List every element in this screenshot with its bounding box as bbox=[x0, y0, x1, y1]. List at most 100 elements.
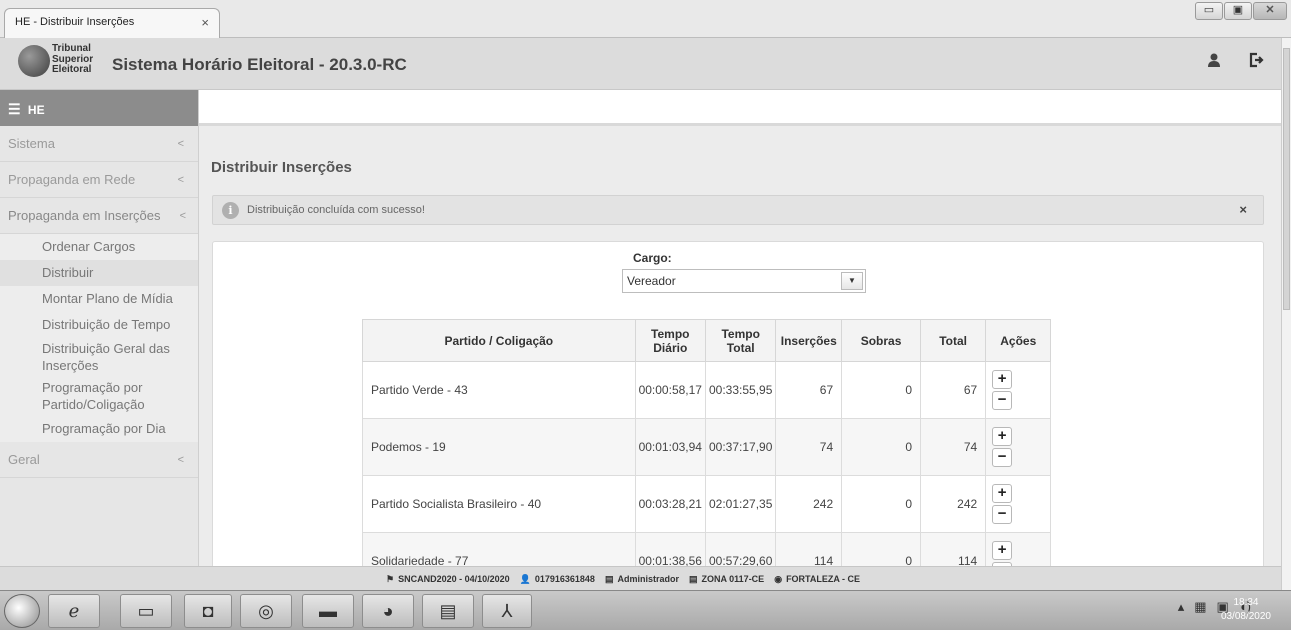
chevron-left-icon: < bbox=[179, 210, 186, 222]
sidebar-item-propaganda-insercoes[interactable]: Propaganda em Inserções < bbox=[0, 198, 198, 234]
col-tempo-total[interactable]: Tempo Total bbox=[704, 319, 777, 362]
total-cell: 74 bbox=[920, 418, 987, 476]
submenu-programacao-dia[interactable]: Programação por Dia bbox=[0, 416, 198, 442]
status-item: ⚑ SNCAND2020 - 04/10/2020 bbox=[386, 574, 510, 585]
app-header: Tribunal Superior Eleitoral Sistema Horá… bbox=[0, 38, 1281, 90]
chevron-left-icon: < bbox=[177, 138, 184, 150]
info-icon: i bbox=[222, 202, 239, 219]
submenu-insercoes: Ordenar Cargos Distribuir Montar Plano d… bbox=[0, 234, 198, 442]
browser-tab-bar: HE - Distribuir Inserções × ▭ ▣ ✕ bbox=[0, 0, 1291, 38]
id-card-icon: ▤ bbox=[688, 574, 698, 584]
network-icon[interactable]: ▦ bbox=[1194, 599, 1206, 615]
success-alert: i Distribuição concluída com sucesso! × bbox=[212, 195, 1264, 225]
remove-insertion-button[interactable]: − bbox=[992, 505, 1013, 524]
globe-icon: ◉ bbox=[774, 574, 783, 584]
taskbar-clock[interactable]: 18:34 03/08/2020 bbox=[1221, 596, 1271, 624]
firefox-icon[interactable]: ◕ bbox=[362, 594, 414, 628]
folder-icon[interactable]: ▭ bbox=[120, 594, 172, 628]
col-sobras[interactable]: Sobras bbox=[841, 319, 922, 362]
distribution-panel: Cargo: Vereador ▼ Partido / Coligação Te… bbox=[212, 241, 1264, 590]
browser-tab[interactable]: HE - Distribuir Inserções × bbox=[4, 8, 220, 38]
submenu-distribuicao-tempo[interactable]: Distribuição de Tempo bbox=[0, 312, 198, 338]
tray-arrow-icon[interactable]: ▴ bbox=[1178, 599, 1185, 615]
submenu-programacao-partido[interactable]: Programação por Partido/Coligação bbox=[0, 377, 198, 416]
status-bar: ⚑ SNCAND2020 - 04/10/2020 👤 017916361848 ▤ Ad… bbox=[0, 566, 1281, 590]
col-acoes: Ações bbox=[985, 319, 1052, 362]
col-tempo-diario[interactable]: Tempo Diário bbox=[634, 319, 706, 362]
minimize-button[interactable]: ▭ bbox=[1195, 2, 1223, 20]
sidebar-item-geral[interactable]: Geral < bbox=[0, 442, 198, 478]
row-spacer bbox=[1050, 361, 1114, 419]
partido-cell: Partido Socialista Brasileiro - 40 bbox=[362, 475, 636, 533]
status-item: 👤 017916361848 bbox=[520, 574, 595, 585]
tempo-total-cell: 00:33:55,95 bbox=[704, 361, 777, 419]
document-icon[interactable]: ▤ bbox=[422, 594, 474, 628]
tempo-total-cell: 02:01:27,35 bbox=[704, 475, 777, 533]
col-total[interactable]: Total bbox=[920, 319, 987, 362]
start-button[interactable] bbox=[4, 594, 40, 628]
row-spacer bbox=[1050, 475, 1114, 533]
id-card-icon: ▤ bbox=[604, 574, 614, 584]
ie-icon[interactable]: ℯ bbox=[48, 594, 100, 628]
chrome-icon[interactable]: ◎ bbox=[240, 594, 292, 628]
tempo-total-cell: 00:37:17,90 bbox=[704, 418, 777, 476]
table-row: Podemos - 19 00:01:03,94 00:37:17,90 74 0 74 +… bbox=[362, 418, 1114, 476]
user-icon[interactable] bbox=[1207, 52, 1221, 73]
chevron-left-icon: < bbox=[177, 454, 184, 466]
sidebar-toggle[interactable]: ☰ HE bbox=[0, 90, 198, 126]
actions-cell: +− bbox=[985, 361, 1052, 419]
status-item: ◉ FORTALEZA - CE bbox=[774, 574, 860, 585]
status-item: ▤ ZONA 0117-CE bbox=[689, 574, 764, 585]
app-icon[interactable]: ◘ bbox=[184, 594, 232, 628]
table-row: Partido Verde - 43 00:00:58,17 00:33:55,95… bbox=[362, 361, 1114, 419]
distribution-table: Partido / Coligação Tempo Diário Tempo T… bbox=[362, 319, 1114, 590]
os-taskbar: ℯ ▭ ◘ ◎ ▬ ◕ ▤ ⅄ ▴ ▦ ▣ ◖) 18:34 03/08/202… bbox=[0, 590, 1291, 630]
table-header-row: Partido / Coligação Tempo Diário Tempo T… bbox=[362, 319, 1114, 362]
sobras-cell: 0 bbox=[841, 361, 922, 419]
col-partido[interactable]: Partido / Coligação bbox=[362, 319, 636, 362]
alert-close-icon[interactable]: × bbox=[1239, 202, 1247, 217]
top-band bbox=[199, 90, 1281, 126]
submenu-distribuir[interactable]: Distribuir bbox=[0, 260, 198, 286]
status-items: ⚑ SNCAND2020 - 04/10/2020 👤 017916361848 ▤ Ad… bbox=[386, 574, 860, 585]
tempo-diario-cell: 00:00:58,17 bbox=[634, 361, 706, 419]
cargo-label: Cargo: bbox=[633, 251, 672, 265]
scrollbar-thumb[interactable] bbox=[1283, 48, 1290, 310]
sidebar-item-propaganda-rede[interactable]: Propaganda em Rede < bbox=[0, 162, 198, 198]
add-insertion-button[interactable]: + bbox=[992, 427, 1013, 446]
submenu-montar-plano[interactable]: Montar Plano de Mídia bbox=[0, 286, 198, 312]
sidebar-item-sistema[interactable]: Sistema < bbox=[0, 126, 198, 162]
total-cell: 67 bbox=[920, 361, 987, 419]
app-title: Sistema Horário Eleitoral - 20.3.0-RC bbox=[112, 55, 407, 74]
insercoes-cell: 67 bbox=[775, 361, 843, 419]
terminal-icon[interactable]: ▬ bbox=[302, 594, 354, 628]
hamburger-icon[interactable]: ☰ bbox=[8, 101, 21, 117]
add-insertion-button[interactable]: + bbox=[992, 370, 1013, 389]
logout-icon[interactable] bbox=[1248, 52, 1264, 73]
tse-logo-text: Tribunal Superior Eleitoral bbox=[52, 43, 94, 75]
col-spacer bbox=[1050, 319, 1114, 362]
submenu-ordenar-cargos[interactable]: Ordenar Cargos bbox=[0, 234, 198, 260]
status-item-text: SNCAND2020 - 04/10/2020 bbox=[398, 574, 510, 584]
tempo-diario-cell: 00:03:28,21 bbox=[634, 475, 706, 533]
cargo-select[interactable]: Vereador ▼ bbox=[622, 269, 866, 293]
remove-insertion-button[interactable]: − bbox=[992, 448, 1013, 467]
submenu-distribuicao-geral[interactable]: Distribuição Geral das Inserções bbox=[0, 338, 198, 377]
status-item-text: ZONA 0117-CE bbox=[701, 574, 765, 584]
status-item-text: Administrador bbox=[617, 574, 679, 584]
insercoes-cell: 242 bbox=[775, 475, 843, 533]
chevron-down-icon[interactable]: ▼ bbox=[841, 272, 863, 290]
col-insercoes[interactable]: Inserções bbox=[775, 319, 843, 362]
sobras-cell: 0 bbox=[841, 475, 922, 533]
partido-cell: Podemos - 19 bbox=[362, 418, 636, 476]
maximize-button[interactable]: ▣ bbox=[1224, 2, 1252, 20]
pdf-reader-icon[interactable]: ⅄ bbox=[482, 594, 532, 628]
sidebar-toggle-label: HE bbox=[27, 103, 45, 117]
tab-close-icon[interactable]: × bbox=[201, 15, 209, 30]
add-insertion-button[interactable]: + bbox=[992, 541, 1013, 560]
remove-insertion-button[interactable]: − bbox=[992, 391, 1013, 410]
close-window-button[interactable]: ✕ bbox=[1253, 2, 1287, 20]
vertical-scrollbar[interactable] bbox=[1281, 38, 1291, 590]
add-insertion-button[interactable]: + bbox=[992, 484, 1013, 503]
status-item-text: 017916361848 bbox=[534, 574, 595, 584]
